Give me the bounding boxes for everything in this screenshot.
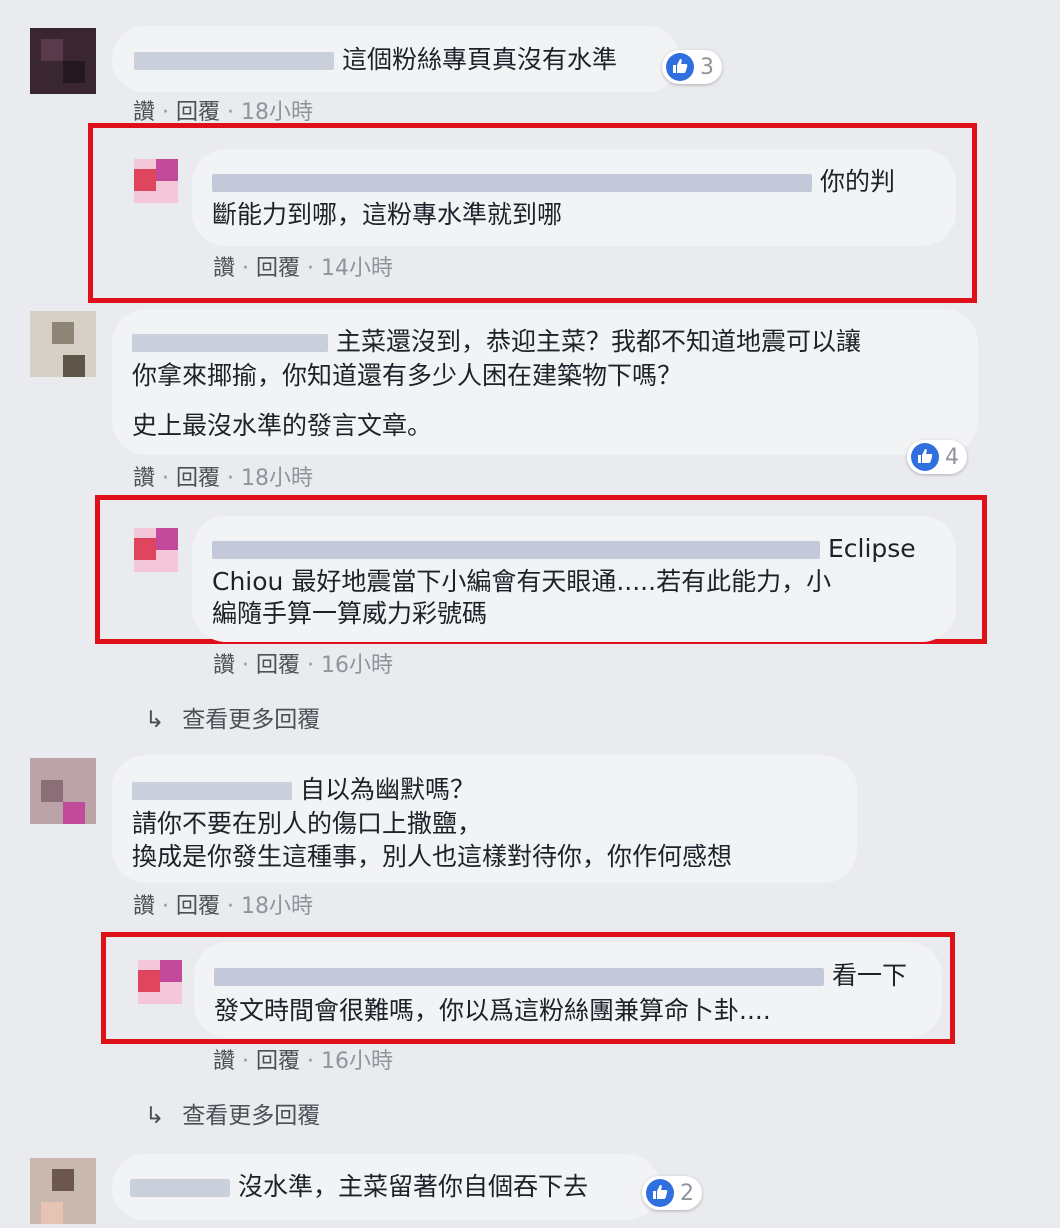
comment-text: 史上最沒水準的發言文章。 (132, 411, 433, 440)
like-count: 2 (680, 1180, 694, 1206)
comment-text: 這個粉絲專頁真沒有水準 (341, 45, 617, 74)
comment-bubble: 主菜還沒到，恭迎主菜？我都不知道地震可以讓 你拿來揶揄，你知道還有多少人困在建築… (112, 309, 978, 455)
like-link[interactable]: 讚 (133, 894, 155, 919)
reply-link[interactable]: 回覆 (176, 100, 220, 125)
like-link[interactable]: 讚 (133, 466, 155, 491)
like-count-badge[interactable]: 3 (662, 50, 722, 84)
timestamp[interactable]: 18小時 (241, 466, 313, 491)
like-count-badge[interactable]: 2 (642, 1176, 702, 1210)
like-link[interactable]: 讚 (213, 653, 235, 678)
reply-link[interactable]: 回覆 (176, 894, 220, 919)
avatar[interactable] (134, 159, 178, 203)
avatar[interactable] (134, 528, 178, 572)
comment-bubble: 看一下 發文時間會很難嗎，你以爲這粉絲團兼算命卜卦.... (194, 942, 942, 1038)
like-count: 3 (700, 54, 714, 80)
comment-actions: 讚 · 回覆 · 16小時 (213, 653, 393, 678)
reply-arrow-icon: ↳ (145, 1103, 165, 1129)
like-link[interactable]: 讚 (213, 256, 235, 281)
view-more-label: 查看更多回覆 (182, 1103, 321, 1129)
view-more-replies-link[interactable]: ↳ 查看更多回覆 (145, 700, 320, 734)
comment-bubble: Eclipse Chiou 最好地震當下小編會有天眼通.....若有此能力，小 … (192, 516, 956, 642)
comment-text: 斷能力到哪，這粉專水準就到哪 (212, 200, 563, 229)
comment-bubble: 這個粉絲專頁真沒有水準 (112, 26, 680, 92)
comment-bubble: 自以為幽默嗎？ 請你不要在別人的傷口上撒鹽， 換成是你發生這種事，別人也這樣對待… (112, 755, 857, 883)
comment-text: 請你不要在別人的傷口上撒鹽， (132, 809, 483, 838)
like-count-badge[interactable]: 4 (907, 440, 967, 474)
reply-link[interactable]: 回覆 (256, 653, 300, 678)
comment-text: 你的判 (819, 167, 895, 196)
like-link[interactable]: 讚 (133, 100, 155, 125)
view-more-replies-link[interactable]: ↳ 查看更多回覆 (145, 1096, 320, 1130)
avatar[interactable] (30, 758, 96, 824)
comment-text: Eclipse (827, 534, 916, 563)
comment-actions: 讚 · 回覆 · 18小時 (133, 100, 313, 125)
comment-text: 發文時間會很難嗎，你以爲這粉絲團兼算命卜卦.... (214, 996, 771, 1025)
like-count: 4 (945, 444, 959, 470)
reply-link[interactable]: 回覆 (256, 1049, 300, 1074)
reply-link[interactable]: 回覆 (176, 466, 220, 491)
comment-bubble: 沒水準，主菜留著你自個吞下去 (112, 1154, 660, 1220)
avatar[interactable] (138, 960, 182, 1004)
comment-actions: 讚 · 回覆 · 14小時 (213, 256, 393, 281)
comment-text: 主菜還沒到，恭迎主菜？我都不知道地震可以讓 (335, 327, 861, 356)
comment-text: 你拿來揶揄，你知道還有多少人困在建築物下嗎？ (132, 361, 683, 390)
thumbs-up-icon (666, 53, 694, 81)
reply-link[interactable]: 回覆 (256, 256, 300, 281)
thumbs-up-icon (646, 1179, 674, 1207)
comment-text: 看一下 (831, 961, 907, 990)
timestamp[interactable]: 18小時 (241, 100, 313, 125)
timestamp[interactable]: 18小時 (241, 894, 313, 919)
comment-bubble: 你的判 斷能力到哪，這粉專水準就到哪 (192, 149, 956, 246)
comment-text: 換成是你發生這種事，別人也這樣對待你，你作何感想 (132, 842, 733, 871)
thumbs-up-icon (911, 443, 939, 471)
comment-text: 自以為幽默嗎？ (299, 775, 475, 804)
comment-actions: 讚 · 回覆 · 16小時 (213, 1049, 393, 1074)
avatar[interactable] (30, 1158, 96, 1224)
timestamp[interactable]: 16小時 (321, 653, 393, 678)
like-link[interactable]: 讚 (213, 1049, 235, 1074)
comment-text: Chiou 最好地震當下小編會有天眼通.....若有此能力，小 (212, 567, 832, 596)
view-more-label: 查看更多回覆 (182, 707, 321, 733)
comment-text: 沒水準，主菜留著你自個吞下去 (237, 1172, 588, 1201)
reply-arrow-icon: ↳ (145, 707, 165, 733)
avatar[interactable] (30, 28, 96, 94)
comment-actions: 讚 · 回覆 · 18小時 (133, 466, 313, 491)
comment-actions: 讚 · 回覆 · 18小時 (133, 894, 313, 919)
timestamp[interactable]: 14小時 (321, 256, 393, 281)
timestamp[interactable]: 16小時 (321, 1049, 393, 1074)
avatar[interactable] (30, 311, 96, 377)
comment-text: 編隨手算一算威力彩號碼 (212, 599, 488, 628)
